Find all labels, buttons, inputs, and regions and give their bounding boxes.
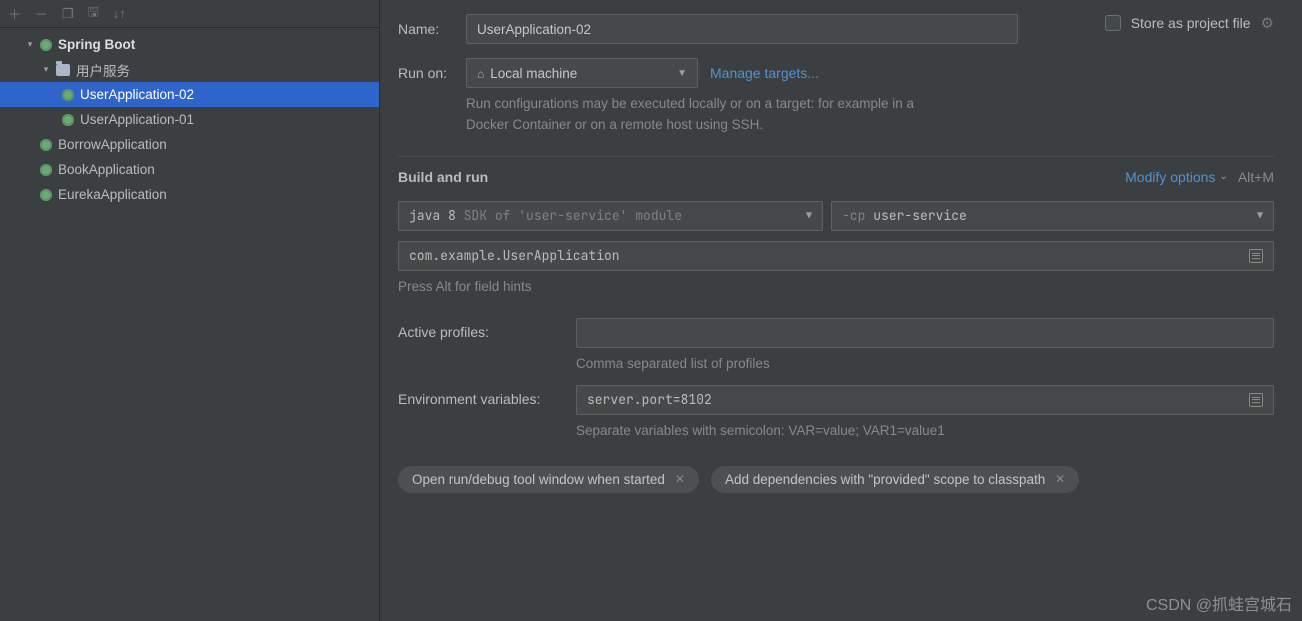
option-chips: Open run/debug tool window when started … bbox=[398, 466, 1274, 493]
field-hints-label: Press Alt for field hints bbox=[398, 279, 1274, 294]
runon-label: Run on: bbox=[398, 65, 466, 81]
build-run-title: Build and run bbox=[398, 169, 488, 185]
folder-icon bbox=[56, 64, 70, 76]
sidebar-toolbar: ＋ － ❐ 🖫 ↓↑ bbox=[0, 0, 379, 28]
chevron-down-icon: ▼ bbox=[806, 209, 812, 222]
active-profiles-hint: Comma separated list of profiles bbox=[576, 356, 1274, 371]
tree-root-springboot[interactable]: ▾ Spring Boot bbox=[0, 32, 379, 57]
main-class-field[interactable]: com.example.UserApplication bbox=[398, 241, 1274, 271]
home-icon: ⌂ bbox=[477, 67, 484, 81]
tree-item-label: UserApplication-01 bbox=[80, 112, 194, 127]
manage-targets-link[interactable]: Manage targets... bbox=[710, 65, 819, 81]
config-tree: ▾ Spring Boot ▾ 用户服务 UserApplication-02 … bbox=[0, 28, 379, 207]
gear-icon[interactable]: ⚙ bbox=[1261, 14, 1274, 32]
sort-icon[interactable]: ↓↑ bbox=[113, 6, 126, 21]
classpath-combo[interactable]: -cp user-service ▼ bbox=[831, 201, 1274, 231]
active-profiles-input[interactable] bbox=[576, 318, 1274, 348]
env-vars-label: Environment variables: bbox=[398, 385, 576, 407]
cp-value: user-service bbox=[873, 207, 967, 224]
close-icon[interactable]: ✕ bbox=[1055, 472, 1065, 486]
jre-suffix: SDK of 'user-service' module bbox=[464, 207, 682, 224]
jre-prefix: java 8 bbox=[409, 207, 456, 224]
chip-open-run-window[interactable]: Open run/debug tool window when started … bbox=[398, 466, 699, 493]
checkbox-icon[interactable] bbox=[1105, 15, 1121, 31]
chevron-down-icon: ▾ bbox=[24, 39, 36, 51]
runon-value: Local machine bbox=[490, 66, 577, 81]
watermark: CSDN @抓蛙宫城石 bbox=[1146, 591, 1292, 615]
tree-folder-label: 用户服务 bbox=[76, 60, 130, 80]
main-class-value: com.example.UserApplication bbox=[409, 247, 620, 264]
chevron-down-icon: ▾ bbox=[40, 64, 52, 76]
name-value: UserApplication-02 bbox=[477, 22, 591, 37]
chip-label: Add dependencies with "provided" scope t… bbox=[725, 472, 1045, 487]
tree-item-bookapp[interactable]: BookApplication bbox=[0, 157, 379, 182]
store-label: Store as project file bbox=[1131, 15, 1251, 31]
tree-item-label: BookApplication bbox=[58, 162, 155, 177]
tree-folder-users[interactable]: ▾ 用户服务 bbox=[0, 57, 379, 82]
spring-icon bbox=[62, 114, 74, 126]
tree-item-eurekaapp[interactable]: EurekaApplication bbox=[0, 182, 379, 207]
spring-icon bbox=[40, 164, 52, 176]
run-config-panel: Store as project file ⚙ Name: UserApplic… bbox=[380, 0, 1302, 621]
chip-label: Open run/debug tool window when started bbox=[412, 472, 665, 487]
chevron-down-icon: ▼ bbox=[677, 68, 687, 79]
store-as-project-file[interactable]: Store as project file ⚙ bbox=[1105, 14, 1274, 32]
tree-item-label: UserApplication-02 bbox=[80, 87, 194, 102]
runon-hint: Run configurations may be executed local… bbox=[466, 94, 946, 136]
cp-prefix: -cp bbox=[842, 207, 865, 224]
spring-icon bbox=[40, 189, 52, 201]
tree-item-userapp-02[interactable]: UserApplication-02 bbox=[0, 82, 379, 107]
spring-icon bbox=[40, 39, 52, 51]
chevron-down-icon: ▼ bbox=[1257, 209, 1263, 222]
list-icon[interactable] bbox=[1249, 393, 1263, 407]
tree-item-userapp-01[interactable]: UserApplication-01 bbox=[0, 107, 379, 132]
env-vars-hint: Separate variables with semicolon: VAR=v… bbox=[576, 423, 1274, 438]
modify-options-link[interactable]: Modify options ⌄ bbox=[1125, 169, 1228, 185]
tree-item-label: BorrowApplication bbox=[58, 137, 167, 152]
chip-provided-deps[interactable]: Add dependencies with "provided" scope t… bbox=[711, 466, 1079, 493]
tree-root-label: Spring Boot bbox=[58, 37, 135, 52]
tree-item-label: EurekaApplication bbox=[58, 187, 167, 202]
modify-shortcut: Alt+M bbox=[1238, 169, 1274, 185]
chevron-down-icon: ⌄ bbox=[1219, 171, 1227, 182]
copy-icon[interactable]: ❐ bbox=[62, 6, 74, 22]
active-profiles-label: Active profiles: bbox=[398, 318, 576, 340]
close-icon[interactable]: ✕ bbox=[675, 472, 685, 486]
name-input[interactable]: UserApplication-02 bbox=[466, 14, 1018, 44]
jre-combo[interactable]: java 8 SDK of 'user-service' module ▼ bbox=[398, 201, 823, 231]
tree-item-borrowapp[interactable]: BorrowApplication bbox=[0, 132, 379, 157]
env-vars-value: server.port=8102 bbox=[587, 391, 712, 408]
config-tree-sidebar: ＋ － ❐ 🖫 ↓↑ ▾ Spring Boot ▾ 用户服务 UserAppl… bbox=[0, 0, 380, 621]
runon-combo[interactable]: ⌂ Local machine ▼ bbox=[466, 58, 698, 88]
env-vars-input[interactable]: server.port=8102 bbox=[576, 385, 1274, 415]
spring-icon bbox=[62, 89, 74, 101]
remove-icon[interactable]: － bbox=[35, 4, 48, 23]
add-icon[interactable]: ＋ bbox=[8, 4, 21, 23]
spring-icon bbox=[40, 139, 52, 151]
divider bbox=[398, 156, 1274, 157]
save-icon[interactable]: 🖫 bbox=[88, 3, 99, 25]
name-label: Name: bbox=[398, 21, 466, 37]
list-icon[interactable] bbox=[1249, 249, 1263, 263]
